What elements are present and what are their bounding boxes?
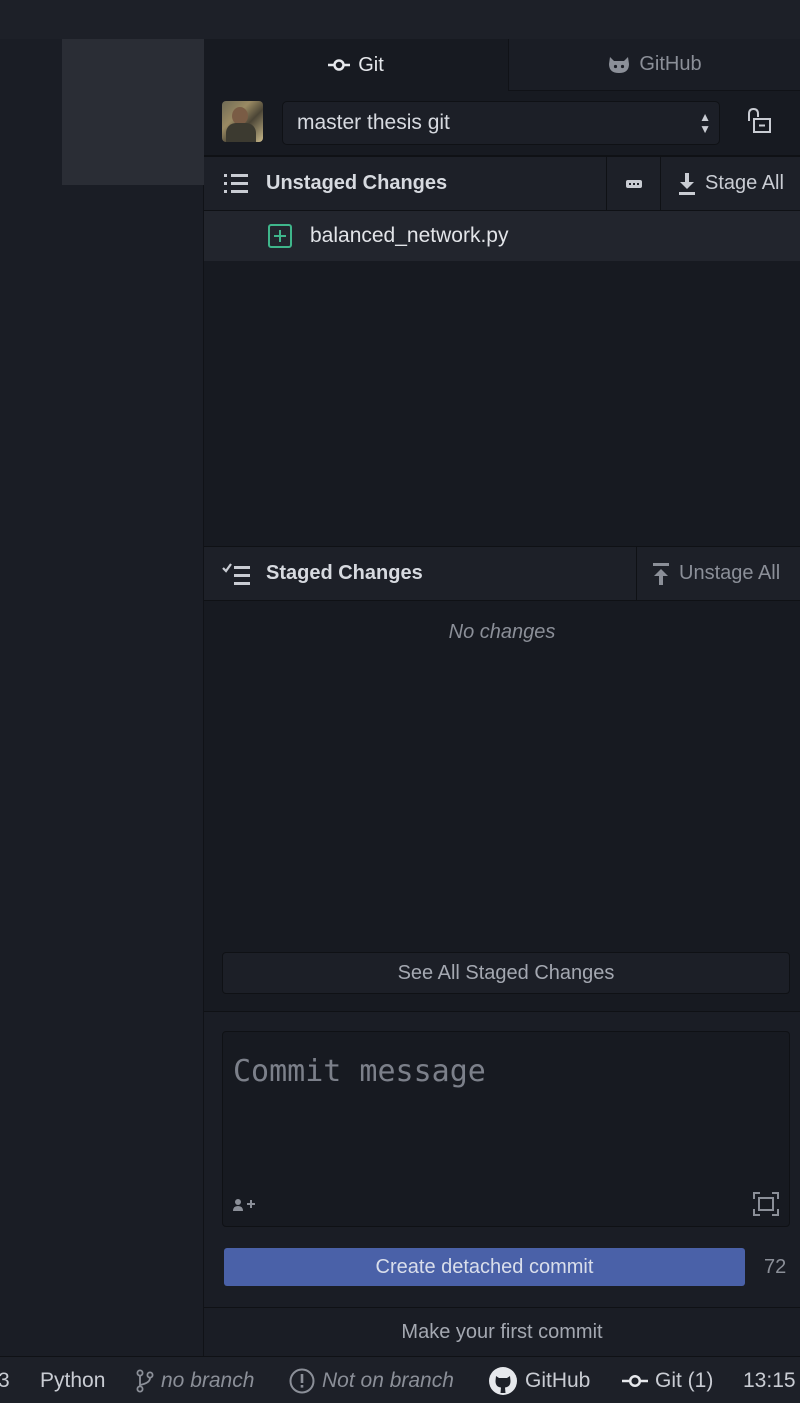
ellipsis-icon [625, 179, 642, 188]
status-github[interactable]: GitHub [488, 1357, 590, 1403]
git-commit-icon [328, 59, 351, 71]
minimap[interactable] [62, 39, 204, 185]
see-all-staged-button[interactable]: See All Staged Changes [222, 952, 790, 994]
status-git[interactable]: Git (1) [622, 1357, 713, 1403]
github-mark-icon [489, 1366, 517, 1395]
remaining-char-count: 72 [764, 1256, 787, 1278]
list-unordered-icon [224, 174, 248, 193]
status-truncated-text: 3 [0, 1368, 10, 1392]
status-github-label: GitHub [525, 1368, 591, 1392]
branch-label: no branch [161, 1368, 255, 1392]
list-item[interactable]: balanced_network.py [204, 211, 800, 261]
stage-all-label: Stage All [705, 172, 784, 194]
editor-pane [0, 39, 204, 1356]
checklist-icon [222, 563, 250, 585]
repo-select[interactable]: master thesis git ▲ ▼ [282, 101, 720, 145]
panel-tabs: Git GitHub [204, 39, 800, 91]
octocat-icon [609, 56, 630, 73]
tab-github[interactable]: GitHub [508, 39, 800, 91]
language-label: Python [40, 1368, 106, 1392]
unstaged-header: Unstaged Changes Stage All [204, 156, 800, 211]
top-strip [0, 0, 800, 39]
unstaged-title: Unstaged Changes [266, 172, 448, 194]
unstage-all-label: Unstage All [679, 562, 781, 584]
no-changes-text: No changes [448, 621, 556, 643]
commit-message-box[interactable] [222, 1031, 790, 1227]
tab-github-label: GitHub [639, 53, 702, 75]
git-commit-icon [622, 1374, 648, 1387]
alert-icon [289, 1368, 315, 1393]
app-window: Git GitHub master thesis git ▲ ▼ Unstage… [0, 0, 800, 1403]
unstage-all-button[interactable]: Unstage All [636, 547, 800, 600]
more-options-button[interactable] [606, 157, 660, 210]
tab-git[interactable]: Git [204, 39, 508, 91]
first-commit-text: Make your first commit [204, 1307, 800, 1356]
repo-row: master thesis git ▲ ▼ [204, 91, 800, 156]
status-branch[interactable]: no branch [136, 1357, 254, 1403]
clock-label: 13:15 [743, 1368, 796, 1392]
commit-message-input[interactable] [233, 1046, 773, 1096]
tab-git-label: Git [358, 53, 384, 76]
status-git-label: Git (1) [655, 1368, 714, 1392]
expand-editor-icon[interactable] [753, 1192, 779, 1216]
status-truncated[interactable]: 3 [0, 1357, 10, 1403]
upload-icon [653, 562, 669, 585]
avatar[interactable] [222, 101, 263, 142]
staged-title: Staged Changes [266, 562, 423, 584]
repo-name: master thesis git [297, 111, 450, 134]
unlock-button[interactable] [744, 107, 774, 137]
file-added-icon [268, 224, 292, 248]
status-branch-state[interactable]: Not on branch [289, 1357, 454, 1403]
file-name: balanced_network.py [310, 224, 509, 247]
git-branch-icon [136, 1369, 154, 1392]
stage-all-button[interactable]: Stage All [660, 157, 800, 210]
branch-status-label: Not on branch [322, 1368, 454, 1392]
download-icon [679, 172, 695, 195]
git-panel: Git GitHub master thesis git ▲ ▼ Unstage… [204, 39, 800, 1356]
unlock-icon [748, 107, 771, 133]
select-arrows-icon: ▲ ▼ [699, 110, 711, 136]
add-coauthor-icon[interactable] [233, 1198, 255, 1212]
status-language[interactable]: Python [40, 1357, 105, 1403]
status-clock: 13:15 [743, 1357, 796, 1403]
staged-header: Staged Changes Unstage All [204, 546, 800, 601]
create-commit-button[interactable]: Create detached commit [224, 1248, 745, 1286]
status-bar: 3 Python no branch Not on branch GitHub … [0, 1356, 800, 1403]
